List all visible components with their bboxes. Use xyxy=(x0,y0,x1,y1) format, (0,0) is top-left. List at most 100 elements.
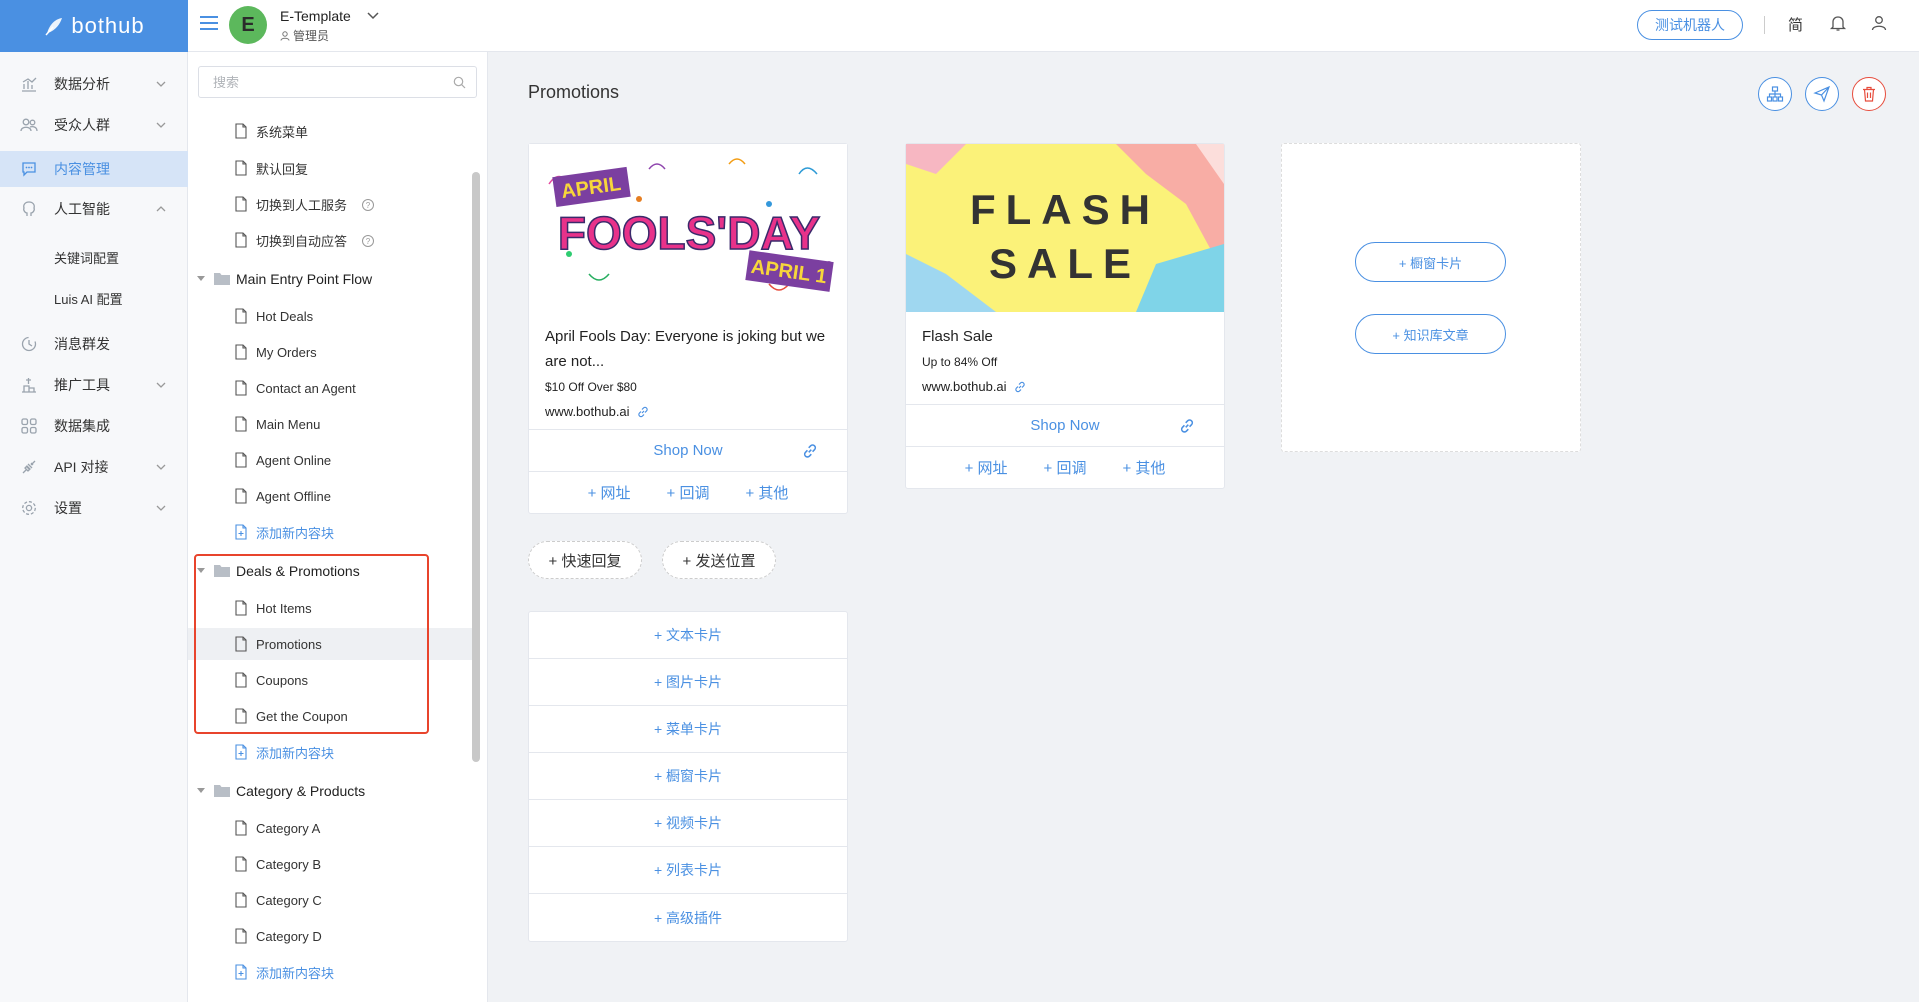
add-other-action[interactable]: + 其他 xyxy=(1122,457,1165,478)
add-url-action[interactable]: + 网址 xyxy=(965,457,1008,478)
nav-item-broadcast[interactable]: 消息群发 xyxy=(0,326,188,362)
tree-item[interactable]: Coupons xyxy=(188,664,472,696)
card-title: Flash Sale xyxy=(922,328,993,345)
add-showcase-card-button[interactable]: + 橱窗卡片 xyxy=(1355,242,1506,282)
menu-toggle-icon[interactable] xyxy=(200,16,218,34)
user-icon[interactable] xyxy=(1870,14,1888,32)
add-kb-article-button[interactable]: + 知识库文章 xyxy=(1355,314,1506,354)
nav-sub-keywords[interactable]: 关键词配置 xyxy=(54,248,119,267)
left-navigation: 数据分析 受众人群 内容管理 人工智能 关键词配置 Luis AI 配置 消息群… xyxy=(0,52,188,1002)
tree-item[interactable]: Agent Online xyxy=(188,444,472,476)
document-icon xyxy=(235,820,247,836)
tree-scrollbar[interactable] xyxy=(472,172,480,762)
add-advanced-plugin[interactable]: + 高级插件 xyxy=(529,894,847,941)
link-icon[interactable] xyxy=(801,442,819,460)
tree-item[interactable]: Main Menu xyxy=(188,408,472,440)
add-content-block[interactable]: 添加新内容块 xyxy=(188,736,472,768)
app-logo-text: bothub xyxy=(71,13,145,38)
delete-button[interactable] xyxy=(1852,77,1886,111)
divider xyxy=(1764,16,1765,34)
tree-item[interactable]: 默认回复 xyxy=(188,152,472,184)
search-input[interactable] xyxy=(199,67,439,97)
add-video-card[interactable]: + 视频卡片 xyxy=(529,800,847,847)
add-list-card[interactable]: + 列表卡片 xyxy=(529,847,847,894)
nav-item-settings[interactable]: 设置 xyxy=(0,490,188,526)
tree-item[interactable]: 切换到自动应答 ? xyxy=(188,224,472,256)
nav-item-api[interactable]: API 对接 xyxy=(0,449,188,485)
chevron-down-icon xyxy=(156,505,166,511)
tree-folder[interactable]: Main Entry Point Flow xyxy=(188,263,472,295)
tree-item[interactable]: Category B xyxy=(188,848,472,880)
add-content-block[interactable]: 添加新内容块 xyxy=(188,516,472,548)
button-label: Shop Now xyxy=(653,442,723,459)
tree-item-label: 默认回复 xyxy=(256,161,309,177)
language-switch[interactable]: 简 xyxy=(1788,14,1803,35)
tree-item[interactable]: Get the Coupon xyxy=(188,700,472,732)
add-document-icon xyxy=(235,524,247,540)
add-image-card[interactable]: + 图片卡片 xyxy=(529,659,847,706)
tree-item[interactable]: Hot Deals xyxy=(188,300,472,332)
caret-down-icon[interactable] xyxy=(197,276,205,282)
shop-now-button[interactable]: Shop Now xyxy=(529,429,847,471)
nav-item-content[interactable]: 内容管理 xyxy=(0,151,188,187)
showcase-card[interactable]: FLASH SALE Flash Sale Up to 84% Off www.… xyxy=(905,143,1225,489)
tree-item-label: Contact an Agent xyxy=(256,380,356,396)
send-button[interactable] xyxy=(1805,77,1839,111)
tree-folder[interactable]: Category & Products xyxy=(188,775,472,807)
shop-now-button[interactable]: Shop Now xyxy=(906,404,1224,446)
add-showcase-card[interactable]: + 橱窗卡片 xyxy=(529,753,847,800)
tree-item-label: Hot Deals xyxy=(256,308,314,324)
chevron-down-icon[interactable] xyxy=(366,9,380,23)
tree-item[interactable]: My Orders xyxy=(188,336,472,368)
tree-item[interactable]: Category C xyxy=(188,884,472,916)
workspace-name[interactable]: E-Template xyxy=(280,8,351,24)
caret-down-icon[interactable] xyxy=(197,568,205,574)
link-icon[interactable] xyxy=(1178,417,1196,435)
tree-item[interactable]: Agent Offline xyxy=(188,480,472,512)
link-icon[interactable] xyxy=(636,405,650,419)
grid-icon xyxy=(21,418,37,434)
add-quick-reply-button[interactable]: + 快速回复 xyxy=(528,541,642,579)
document-icon xyxy=(235,232,247,248)
page-title: Promotions xyxy=(528,82,620,102)
workspace-avatar[interactable]: E xyxy=(229,6,267,44)
nav-item-integration[interactable]: 数据集成 xyxy=(0,408,188,444)
add-content-block[interactable]: 添加新内容块 xyxy=(188,956,472,988)
tree-item-selected[interactable]: Promotions xyxy=(188,628,472,660)
document-icon xyxy=(235,160,247,176)
tree-item[interactable]: Hot Items xyxy=(188,592,472,624)
bell-icon[interactable] xyxy=(1829,14,1847,32)
nav-label: 数据集成 xyxy=(54,418,110,434)
add-document-icon xyxy=(235,744,247,760)
caret-down-icon[interactable] xyxy=(197,788,205,794)
add-menu-card[interactable]: + 菜单卡片 xyxy=(529,706,847,753)
nav-sub-luis[interactable]: Luis AI 配置 xyxy=(54,289,123,308)
add-callback-action[interactable]: + 回调 xyxy=(667,482,710,503)
document-icon xyxy=(235,123,247,139)
flow-tree-button[interactable] xyxy=(1758,77,1792,111)
nav-item-ai[interactable]: 人工智能 xyxy=(0,191,188,227)
nav-item-analytics[interactable]: 数据分析 xyxy=(0,66,188,102)
tree-item[interactable]: Contact an Agent xyxy=(188,372,472,404)
add-send-location-button[interactable]: + 发送位置 xyxy=(662,541,776,579)
nav-item-audience[interactable]: 受众人群 xyxy=(0,107,188,143)
add-url-action[interactable]: + 网址 xyxy=(588,482,631,503)
add-callback-action[interactable]: + 回调 xyxy=(1044,457,1087,478)
help-icon[interactable]: ? xyxy=(362,199,374,211)
search-icon[interactable] xyxy=(453,76,466,89)
showcase-card[interactable]: APRIL FOOLS'DAY APRIL 1 April Fools Day:… xyxy=(528,143,848,514)
test-bot-button[interactable]: 测试机器人 xyxy=(1637,10,1743,40)
tree-item[interactable]: Category A xyxy=(188,812,472,844)
link-icon[interactable] xyxy=(1013,380,1027,394)
tree-item[interactable]: Category D xyxy=(188,920,472,952)
tree-item[interactable]: 系统菜单 xyxy=(188,115,472,147)
document-icon xyxy=(235,600,247,616)
folder-icon xyxy=(214,565,230,577)
tree-folder[interactable]: Deals & Promotions xyxy=(188,555,472,587)
help-icon[interactable]: ? xyxy=(362,235,374,247)
add-other-action[interactable]: + 其他 xyxy=(745,482,788,503)
app-logo[interactable]: bothub xyxy=(0,0,188,52)
tree-item[interactable]: 切换到人工服务 ? xyxy=(188,188,472,220)
nav-item-promotion[interactable]: 推广工具 xyxy=(0,367,188,403)
add-text-card[interactable]: + 文本卡片 xyxy=(529,612,847,659)
